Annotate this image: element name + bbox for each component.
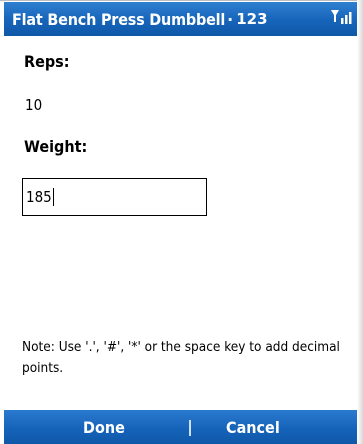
input-mode-indicator[interactable]: 123 xyxy=(236,10,267,28)
reps-value: 10 xyxy=(25,96,43,114)
cancel-softkey[interactable]: Cancel xyxy=(226,418,280,437)
weight-input-value[interactable]: 185 xyxy=(23,188,52,206)
title-separator: · xyxy=(227,9,234,29)
reps-label: Reps: xyxy=(24,52,70,71)
softkey-divider xyxy=(189,420,191,436)
softkey-bar: Done Cancel xyxy=(4,410,357,444)
decimal-note: Note: Use '.', '#', '*' or the space key… xyxy=(22,339,340,376)
title-bar: Flat Bench Press Dumbbell · 123 xyxy=(4,2,357,36)
weight-input[interactable]: 185 xyxy=(22,178,207,216)
right-edge xyxy=(357,0,363,444)
app-window: Flat Bench Press Dumbbell · 123 Reps: 10… xyxy=(0,0,363,444)
weight-label: Weight: xyxy=(24,137,88,156)
signal-strength-icon xyxy=(331,10,352,24)
window-title: Flat Bench Press Dumbbell xyxy=(12,9,226,29)
top-edge xyxy=(0,0,363,1)
text-caret xyxy=(52,188,54,206)
done-softkey[interactable]: Done xyxy=(83,418,125,437)
